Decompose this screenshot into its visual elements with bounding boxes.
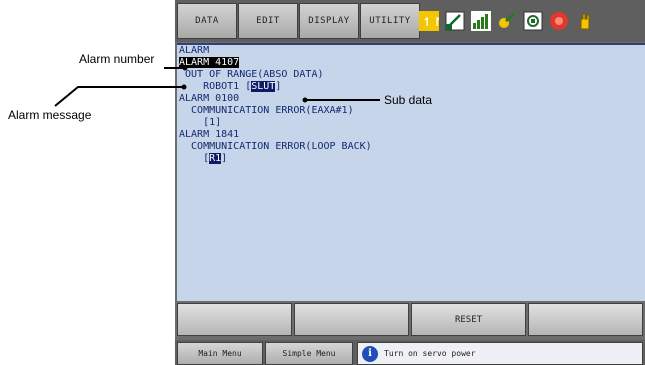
alarm-line: ALARM 1841	[179, 129, 240, 140]
coordinate-mode-icon: ↿↾	[419, 11, 439, 31]
screen-title: ALARM	[179, 45, 210, 56]
alarm-line: ALARM 4107	[179, 57, 240, 69]
teach-pendant: DATA EDIT DISPLAY UTILITY ↿↾ ALARM ALARM…	[175, 0, 645, 365]
hand-icon	[575, 11, 595, 31]
reset-button[interactable]: RESET	[411, 303, 526, 336]
top-menu-bar: DATA EDIT DISPLAY UTILITY ↿↾	[175, 0, 645, 42]
sub-data-highlight[interactable]: R1	[209, 153, 222, 164]
message-text: Turn on servo power	[384, 349, 476, 358]
sub-data-callout: Sub data	[384, 93, 433, 107]
memory-card-icon	[523, 11, 543, 31]
alarm-number-callout: Alarm number	[79, 52, 155, 66]
function-key-1[interactable]	[177, 303, 292, 336]
menu-edit-button[interactable]: EDIT	[238, 3, 298, 39]
alarm-message-leader	[54, 86, 183, 107]
servo-stop-icon	[549, 11, 569, 31]
info-icon: i	[362, 345, 378, 362]
message-line: i Turn on servo power	[357, 342, 643, 365]
bottom-bar: Main Menu Simple Menu i Turn on servo po…	[175, 340, 645, 365]
function-key-row: RESET	[177, 303, 645, 336]
alarm-screen: ALARM ALARM 4107 OUT OF RANGE(ABSO DATA)…	[177, 43, 645, 301]
menu-utility-button[interactable]: UTILITY	[360, 3, 420, 39]
function-key-2[interactable]	[294, 303, 409, 336]
status-icon-bar: ↿↾	[419, 3, 639, 39]
alarm-line: COMMUNICATION ERROR(LOOP BACK)	[179, 141, 372, 152]
alarm-line: OUT OF RANGE(ABSO DATA)	[179, 69, 324, 80]
signal-level-icon	[471, 11, 491, 31]
alarm-message-callout: Alarm message	[8, 108, 92, 122]
alarm-line: [R1]	[179, 153, 228, 164]
sub-data-highlight[interactable]: SLUT	[251, 81, 276, 92]
alarm-line: [1]	[179, 117, 222, 128]
alarm-line: ALARM 0100	[179, 93, 240, 104]
alarm-line: COMMUNICATION ERROR(EAXA#1)	[179, 105, 354, 116]
edit-lock-icon	[445, 11, 465, 31]
simple-menu-button[interactable]: Simple Menu	[265, 342, 353, 365]
menu-data-button[interactable]: DATA	[177, 3, 237, 39]
main-menu-button[interactable]: Main Menu	[177, 342, 263, 365]
menu-display-button[interactable]: DISPLAY	[299, 3, 359, 39]
function-key-4[interactable]	[528, 303, 643, 336]
alarm-line: ROBOT1 [SLUT]	[179, 81, 282, 92]
svg-text:↿↾: ↿↾	[422, 15, 439, 29]
alarm-number-highlight[interactable]: ALARM 4107	[179, 57, 240, 68]
tool-icon	[497, 11, 517, 31]
